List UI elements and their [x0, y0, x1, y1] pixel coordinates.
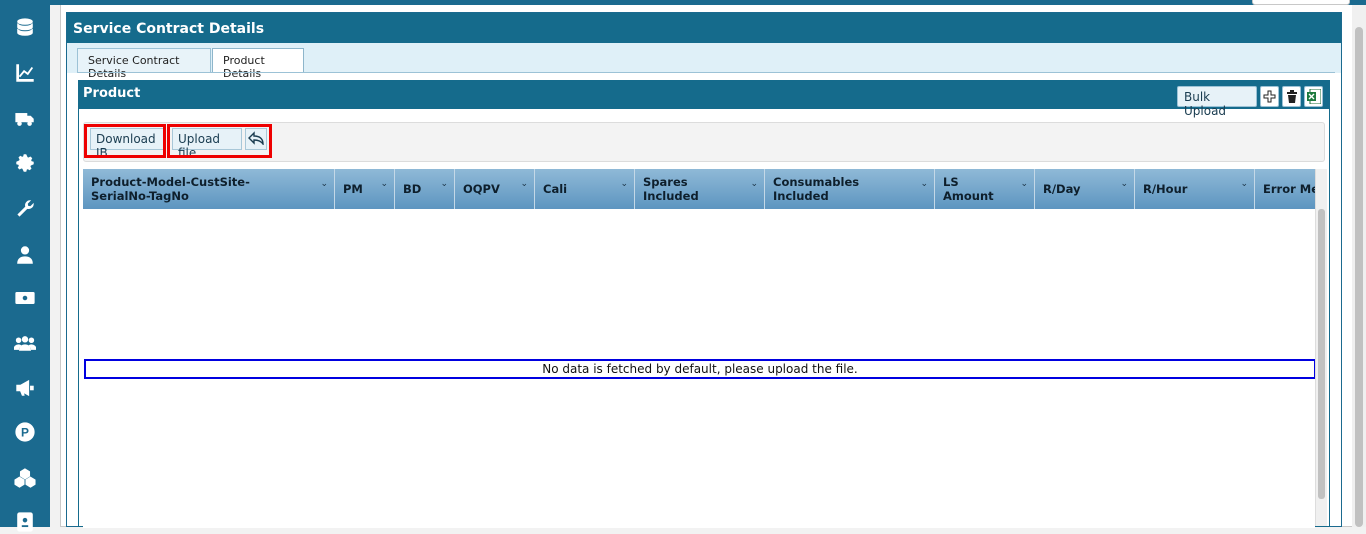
user-icon[interactable]	[13, 243, 37, 267]
id-card-icon[interactable]	[13, 510, 37, 534]
sidebar: P	[0, 5, 50, 532]
database-icon[interactable]	[13, 16, 37, 40]
parking-icon[interactable]: P	[13, 420, 37, 444]
product-toolbar: Download IB Upload file	[83, 122, 1325, 162]
page-scrollbar[interactable]	[1352, 5, 1366, 527]
excel-export-icon[interactable]	[1304, 86, 1323, 107]
svg-text:P: P	[21, 426, 29, 440]
cubes-icon[interactable]	[13, 466, 37, 490]
column-header-ls-amount[interactable]: LS Amount ⌄	[935, 169, 1035, 209]
column-header-r-hour[interactable]: R/Hour ⌄	[1135, 169, 1255, 209]
tab-product-details[interactable]: Product Details	[212, 48, 304, 80]
empty-grid-message: No data is fetched by default, please up…	[84, 359, 1316, 379]
chevron-down-icon[interactable]: ⌄	[920, 177, 928, 191]
column-header-error-message[interactable]: Error Messa	[1255, 169, 1315, 209]
tab-service-contract-details[interactable]: Service Contract Details	[77, 48, 211, 80]
gear-icon[interactable]	[13, 151, 37, 175]
trash-icon[interactable]	[1282, 86, 1301, 107]
wrench-icon[interactable]	[13, 197, 37, 221]
column-header-pm[interactable]: PM ⌄	[335, 169, 395, 209]
upload-highlight	[167, 124, 272, 158]
bulk-upload-button[interactable]: Bulk Upload	[1177, 86, 1257, 118]
product-panel: Product Bulk Upload Download IB Upload f…	[78, 80, 1330, 528]
panel-title: Service Contract Details	[67, 13, 1341, 43]
column-header-spares[interactable]: Spares Included ⌄	[635, 169, 765, 209]
grid-scrollbar-thumb[interactable]	[1318, 209, 1325, 499]
tabs-bar: Service Contract Details Product Details	[67, 43, 1341, 80]
grid-scrollbar[interactable]	[1315, 169, 1327, 526]
chevron-down-icon[interactable]: ⌄	[1020, 177, 1028, 191]
chevron-down-icon[interactable]: ⌄	[320, 177, 328, 191]
chevron-down-icon[interactable]: ⌄	[620, 177, 628, 191]
product-header: Product Bulk Upload	[79, 81, 1329, 118]
chevron-down-icon[interactable]: ⌄	[750, 177, 758, 191]
product-title: Product	[83, 86, 141, 101]
money-icon[interactable]	[13, 286, 37, 310]
column-header-bd[interactable]: BD ⌄	[395, 169, 455, 209]
chevron-down-icon[interactable]: ⌄	[1240, 177, 1248, 191]
grid-body: No data is fetched by default, please up…	[83, 209, 1316, 528]
chevron-down-icon[interactable]: ⌄	[520, 177, 528, 191]
column-header-cali[interactable]: Cali ⌄	[535, 169, 635, 209]
chart-line-icon[interactable]	[13, 61, 37, 85]
column-header-r-day[interactable]: R/Day ⌄	[1035, 169, 1135, 209]
column-header-oqpv[interactable]: OQPV ⌄	[455, 169, 535, 209]
download-highlight	[84, 124, 166, 158]
tab-divider	[77, 72, 1335, 73]
chevron-down-icon[interactable]: ⌄	[440, 177, 448, 191]
megaphone-icon[interactable]	[13, 376, 37, 400]
users-icon[interactable]	[13, 331, 37, 355]
chevron-down-icon[interactable]: ⌄	[380, 177, 388, 191]
page-scrollbar-thumb[interactable]	[1355, 27, 1363, 527]
column-header-consumables[interactable]: Consumables Included ⌄	[765, 169, 935, 209]
truck-icon[interactable]	[13, 107, 37, 131]
grid-header: Product-Model-CustSite- SerialNo-TagNo ⌄ …	[83, 169, 1315, 209]
column-header-product[interactable]: Product-Model-CustSite- SerialNo-TagNo ⌄	[83, 169, 335, 209]
add-icon[interactable]	[1260, 86, 1279, 107]
chevron-down-icon[interactable]: ⌄	[1120, 177, 1128, 191]
